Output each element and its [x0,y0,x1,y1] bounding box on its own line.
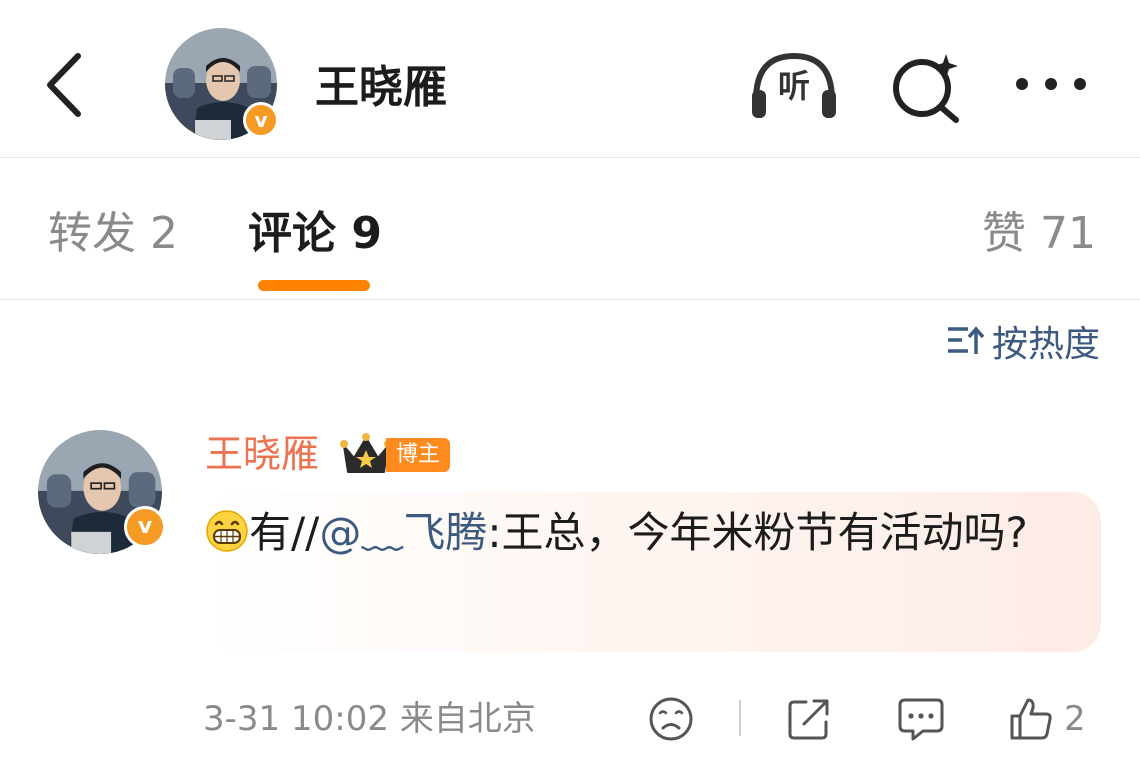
dislike-button[interactable] [648,694,694,744]
listen-button[interactable]: 听 [748,48,840,122]
share-button[interactable] [786,694,832,744]
share-icon [788,699,829,740]
comment-body: 有//@﹏飞腾:王总，今年米粉节有活动吗? [205,500,1085,566]
comment-author-name[interactable]: 王晓雁 [205,428,319,480]
page-title: 王晓雁 [315,62,447,113]
tab-like[interactable]: 赞 71 [982,206,1096,262]
comment-avatar[interactable]: v [38,430,166,554]
comment-text-suffix: :王总，今年米粉节有活动吗? [487,508,1028,557]
back-button[interactable] [38,50,88,120]
more-button[interactable] [1012,64,1090,104]
frown-face-icon [649,697,693,741]
verified-badge: v [124,506,166,548]
blogger-badge: 博主 [386,438,451,472]
like-count: 2 [1064,699,1086,739]
sort-label: 按热度 [991,324,1100,365]
chevron-left-icon [47,53,81,117]
verified-badge: v [243,102,279,138]
sort-icon [947,326,984,354]
top-bar: v 王晓雁 听 [0,0,1140,158]
comment-text-prefix: 有// [249,508,320,557]
comment-bubble-icon [898,698,944,741]
search-button[interactable] [888,50,962,124]
sort-button[interactable]: 按热度 [946,318,1100,365]
thumbs-up-icon [1010,698,1052,740]
search-sparkle-icon [893,54,959,123]
tab-comment[interactable]: 评论 9 [248,206,382,262]
mention-link[interactable]: @﹏飞腾 [319,508,487,557]
like-button[interactable]: 2 [1008,694,1086,744]
comment-meta: 3-31 10:02 来自北京 [203,696,536,742]
author-avatar[interactable]: v [165,28,279,140]
active-tab-indicator [258,280,370,291]
comment-time: 3-31 10:02 [203,699,389,739]
grinning-emoji-icon [206,510,248,552]
action-divider [739,700,741,736]
more-dots-icon [1016,78,1086,90]
tab-bar: 转发 2 评论 9 赞 71 [0,158,1140,300]
crown-icon [340,433,392,473]
listen-label: 听 [777,67,810,105]
comment-location: 来自北京 [399,699,536,739]
tab-repost[interactable]: 转发 2 [48,206,178,262]
reply-button[interactable] [897,694,945,744]
